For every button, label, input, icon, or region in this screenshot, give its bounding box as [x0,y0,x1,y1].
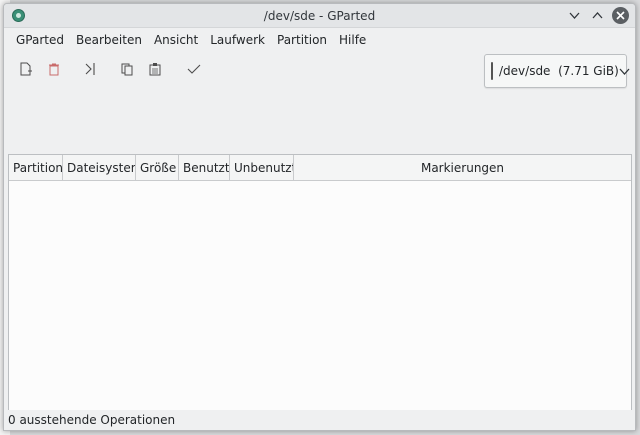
column-header-groesse[interactable]: Größe [136,155,179,180]
maximize-icon[interactable] [589,7,606,24]
menu-hilfe[interactable]: Hilfe [333,28,372,52]
column-header-markierungen[interactable]: Markierungen [294,155,631,180]
copy-icon[interactable] [115,58,139,80]
table-header: Partition Dateisystem Größe Benutzt Unbe… [9,155,631,181]
menu-ansicht[interactable]: Ansicht [148,28,204,52]
device-selector[interactable]: /dev/sde (7.71 GiB) [484,54,630,88]
device-label: /dev/sde (7.71 GiB) [499,64,619,78]
menu-bearbeiten[interactable]: Bearbeiten [70,28,148,52]
chevron-down-icon [619,65,630,78]
paste-icon[interactable] [143,58,167,80]
window-title: /dev/sde - GParted [263,8,376,23]
new-partition-icon[interactable] [14,58,38,80]
gparted-app-icon [12,9,25,22]
window-controls [566,7,629,24]
status-bar: 0 ausstehende Operationen [4,410,635,430]
column-header-dateisystem[interactable]: Dateisystem [63,155,136,180]
disk-drive-icon [491,62,493,80]
column-header-partition[interactable]: Partition [9,155,63,180]
title-bar[interactable]: /dev/sde - GParted [4,4,635,28]
column-header-benutzt[interactable]: Benutzt [179,155,230,180]
apply-icon[interactable] [182,58,206,80]
menu-gparted[interactable]: GParted [10,28,70,52]
close-icon[interactable] [612,7,629,24]
menu-laufwerk[interactable]: Laufwerk [204,28,271,52]
menu-bar: GParted Bearbeiten Ansicht Laufwerk Part… [4,28,635,52]
column-header-unbenutzt[interactable]: Unbenutzt [230,155,294,180]
menu-partition[interactable]: Partition [271,28,333,52]
toolbar: /dev/sde (7.71 GiB) [4,52,635,132]
resize-move-icon[interactable] [78,58,102,80]
gparted-window: /dev/sde - GParted GParted Bearbeiten An… [3,3,636,431]
delete-partition-icon[interactable] [42,58,66,80]
partition-table[interactable]: Partition Dateisystem Größe Benutzt Unbe… [8,154,632,412]
minimize-icon[interactable] [566,7,583,24]
